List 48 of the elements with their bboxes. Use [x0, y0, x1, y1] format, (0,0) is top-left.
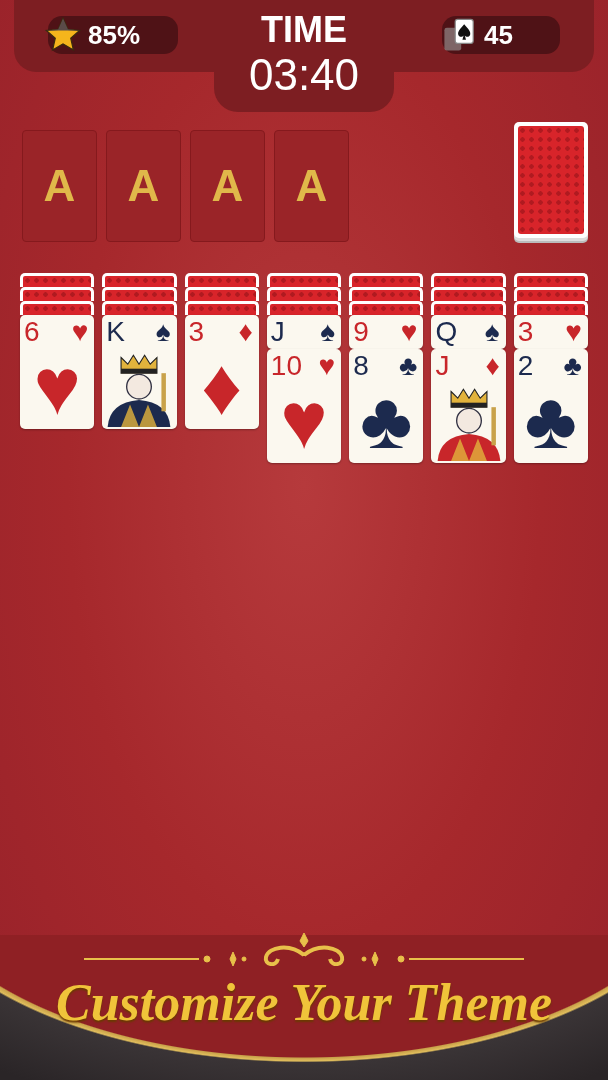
- playing-card[interactable]: 6 ♥ ♥: [20, 315, 95, 429]
- card-suit: ♠: [484, 317, 500, 347]
- foundation-slot[interactable]: A: [274, 130, 349, 242]
- time-value: 03:40: [248, 50, 360, 100]
- banner-title: Customize Your Theme: [56, 973, 552, 1032]
- playing-card[interactable]: 3 ♦ ♦: [184, 315, 259, 429]
- playing-card[interactable]: Q ♠: [431, 315, 506, 349]
- card-rank: 8: [353, 351, 369, 381]
- card-suit: ♦: [238, 317, 253, 347]
- playing-card[interactable]: 2 ♣ ♣: [513, 349, 588, 463]
- foundation-slot[interactable]: A: [22, 130, 97, 242]
- card-rank: 3: [188, 317, 205, 347]
- star-icon: [44, 16, 82, 54]
- playing-card[interactable]: 3 ♥: [513, 315, 588, 349]
- card-rank: 3: [517, 317, 534, 347]
- playing-card[interactable]: 10 ♥ ♥: [266, 349, 342, 463]
- playing-card[interactable]: 9 ♥: [349, 315, 424, 349]
- moves-count: 45: [484, 19, 513, 51]
- time-label: TIME: [261, 10, 347, 50]
- card-suit: ♥: [71, 317, 89, 347]
- card-suit: ♠: [320, 317, 336, 347]
- card-rank: 9: [353, 317, 369, 347]
- card-rank: J: [435, 351, 450, 381]
- foundation-slot[interactable]: A: [106, 130, 181, 242]
- card-suit: ♣: [360, 383, 413, 459]
- foundation-slot[interactable]: A: [190, 130, 265, 242]
- card-suit: ♦: [485, 351, 500, 381]
- card-suit: ♦: [201, 349, 243, 425]
- card-suit: ♥: [280, 383, 328, 459]
- playing-card[interactable]: J ♠: [266, 315, 342, 349]
- card-suit: ♥: [318, 351, 336, 381]
- card-suit: ♠: [155, 317, 171, 347]
- playing-card[interactable]: 8 ♣ ♣: [349, 349, 424, 463]
- card-suit: ♥: [565, 317, 582, 347]
- score-text: 85%: [88, 19, 141, 51]
- card-suit: ♣: [399, 351, 418, 381]
- card-rank: J: [270, 317, 285, 347]
- card-rank: 10: [270, 351, 302, 381]
- card-suit: ♥: [33, 349, 81, 425]
- card-suit: ♥: [400, 317, 418, 347]
- card-rank: 6: [24, 317, 40, 347]
- card-suit: ♣: [524, 383, 578, 459]
- card-suit: ♣: [563, 351, 582, 381]
- playing-card[interactable]: J ♦: [431, 349, 506, 463]
- card-rank: K: [106, 317, 125, 347]
- card-rank: 2: [517, 351, 534, 381]
- playing-card[interactable]: K ♠: [102, 315, 177, 429]
- card-rank: Q: [435, 317, 458, 347]
